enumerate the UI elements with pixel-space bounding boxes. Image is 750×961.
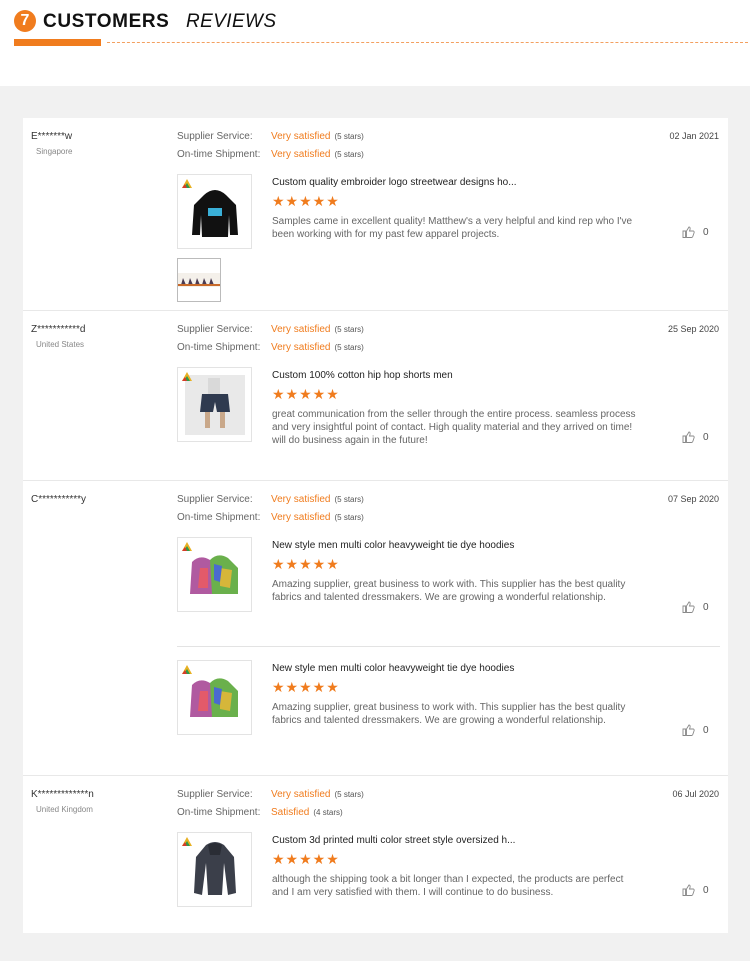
supplier-logo-icon	[182, 179, 192, 188]
product-name[interactable]: New style men multi color heavyweight ti…	[272, 540, 514, 551]
review-card: E*******w Singapore 02 Jan 2021 Supplier…	[23, 118, 728, 311]
reviewer-name: Z***********d	[31, 324, 86, 335]
supplier-logo-icon	[182, 372, 192, 381]
supplier-logo-icon	[182, 665, 192, 674]
title-underline-bar	[14, 39, 101, 46]
rating-value: Very satisfied	[271, 149, 331, 160]
rating-stars-count: (4 stars)	[313, 808, 343, 817]
review-card: C***********y 07 Sep 2020 Supplier Servi…	[23, 481, 728, 776]
rating-label: On-time Shipment:	[177, 807, 261, 818]
like-control[interactable]: 0	[682, 226, 709, 238]
like-control[interactable]: 0	[682, 601, 709, 613]
shipment-rating: On-time Shipment: Very satisfied (5 stars)	[177, 512, 364, 523]
rating-label: On-time Shipment:	[177, 149, 261, 160]
product-thumbnail[interactable]	[177, 537, 252, 612]
shipment-rating: On-time Shipment: Very satisfied (5 stars)	[177, 342, 364, 353]
review-card: Z***********d United States 25 Sep 2020 …	[23, 311, 728, 481]
hoodie-row-photo	[178, 273, 220, 287]
thumbs-up-icon[interactable]	[682, 601, 695, 613]
reviews-list: E*******w Singapore 02 Jan 2021 Supplier…	[23, 118, 728, 933]
product-name[interactable]: Custom 100% cotton hip hop shorts men	[272, 370, 453, 381]
rating-label: Supplier Service:	[177, 494, 253, 505]
supplier-logo-icon	[182, 837, 192, 846]
product-name[interactable]: Custom 3d printed multi color street sty…	[272, 835, 515, 846]
rating-stars-count: (5 stars)	[334, 343, 364, 352]
rating-value: Very satisfied	[271, 131, 331, 142]
reviewer-country: United States	[36, 340, 85, 349]
thumbs-up-icon[interactable]	[682, 884, 695, 896]
star-rating: ★★★★★	[272, 386, 340, 402]
review-text: Amazing supplier, great business to work…	[272, 579, 626, 603]
shipment-rating: On-time Shipment: Satisfied (4 stars)	[177, 807, 343, 818]
product-name[interactable]: Custom quality embroider logo streetwear…	[272, 177, 517, 188]
star-rating: ★★★★★	[272, 556, 340, 572]
like-count: 0	[703, 884, 709, 896]
review-date: 02 Jan 2021	[669, 131, 719, 141]
section-title-italic: REVIEWS	[186, 11, 277, 32]
section-title-bold: CUSTOMERS	[43, 11, 170, 32]
reviewer-country: Singapore	[36, 147, 73, 156]
review-text: Samples came in excellent quality! Matth…	[272, 216, 633, 240]
thumbs-up-icon[interactable]	[682, 724, 695, 736]
like-count: 0	[703, 431, 709, 443]
star-rating: ★★★★★	[272, 851, 340, 867]
reviewer-name: K*************n	[31, 789, 94, 800]
like-control[interactable]: 0	[682, 431, 709, 443]
rating-value: Very satisfied	[271, 512, 331, 523]
rating-value: Very satisfied	[271, 494, 331, 505]
supplier-service-rating: Supplier Service: Very satisfied (5 stars)	[177, 494, 364, 505]
like-count: 0	[703, 226, 709, 238]
rating-stars-count: (5 stars)	[334, 325, 364, 334]
like-count: 0	[703, 724, 709, 736]
section-number-badge: 7	[14, 10, 36, 32]
product-thumbnail[interactable]	[177, 832, 252, 907]
thumbs-up-icon[interactable]	[682, 431, 695, 443]
review-date: 06 Jul 2020	[672, 789, 719, 799]
review-text: although the shipping took a bit longer …	[272, 874, 624, 898]
review-date: 07 Sep 2020	[667, 494, 719, 504]
review-date: 25 Sep 2020	[667, 324, 719, 334]
rating-label: On-time Shipment:	[177, 342, 261, 353]
star-rating: ★★★★★	[272, 193, 340, 209]
product-name[interactable]: New style men multi color heavyweight ti…	[272, 663, 514, 674]
reviews-panel: E*******w Singapore 02 Jan 2021 Supplier…	[0, 86, 750, 961]
rating-stars-count: (5 stars)	[334, 513, 364, 522]
supplier-logo-icon	[182, 542, 192, 551]
review-text: great communication from the seller thro…	[272, 409, 636, 446]
thumbs-up-icon[interactable]	[682, 226, 695, 238]
rating-stars-count: (5 stars)	[334, 495, 364, 504]
reviewer-country: United Kingdom	[36, 805, 93, 814]
review-card: K*************n United Kingdom 06 Jul 20…	[23, 776, 728, 933]
shipment-rating: On-time Shipment: Very satisfied (5 stars)	[177, 149, 364, 160]
supplier-service-rating: Supplier Service: Very satisfied (5 stars)	[177, 789, 364, 800]
supplier-service-rating: Supplier Service: Very satisfied (5 stars)	[177, 131, 364, 142]
product-thumbnail[interactable]	[177, 660, 252, 735]
review-text: Amazing supplier, great business to work…	[272, 702, 626, 726]
reviewer-name: C***********y	[31, 494, 87, 505]
supplier-service-rating: Supplier Service: Very satisfied (5 stars)	[177, 324, 364, 335]
rating-label: Supplier Service:	[177, 131, 253, 142]
product-thumbnail[interactable]	[177, 367, 252, 442]
rating-value: Very satisfied	[271, 789, 331, 800]
reviewer-name: E*******w	[31, 131, 73, 142]
title-dashed-divider	[107, 42, 748, 43]
rating-value: Satisfied	[271, 807, 310, 818]
like-count: 0	[703, 601, 709, 613]
rating-label: Supplier Service:	[177, 789, 253, 800]
star-rating: ★★★★★	[272, 679, 340, 695]
rating-value: Very satisfied	[271, 324, 331, 335]
like-control[interactable]: 0	[682, 724, 709, 736]
item-divider	[177, 646, 720, 647]
review-photo[interactable]	[177, 258, 221, 302]
section-header: 7 CUSTOMERS REVIEWS	[0, 0, 750, 86]
rating-stars-count: (5 stars)	[334, 150, 364, 159]
rating-stars-count: (5 stars)	[334, 790, 364, 799]
rating-label: On-time Shipment:	[177, 512, 261, 523]
rating-stars-count: (5 stars)	[334, 132, 364, 141]
product-thumbnail[interactable]	[177, 174, 252, 249]
like-control[interactable]: 0	[682, 884, 709, 896]
rating-value: Very satisfied	[271, 342, 331, 353]
rating-label: Supplier Service:	[177, 324, 253, 335]
